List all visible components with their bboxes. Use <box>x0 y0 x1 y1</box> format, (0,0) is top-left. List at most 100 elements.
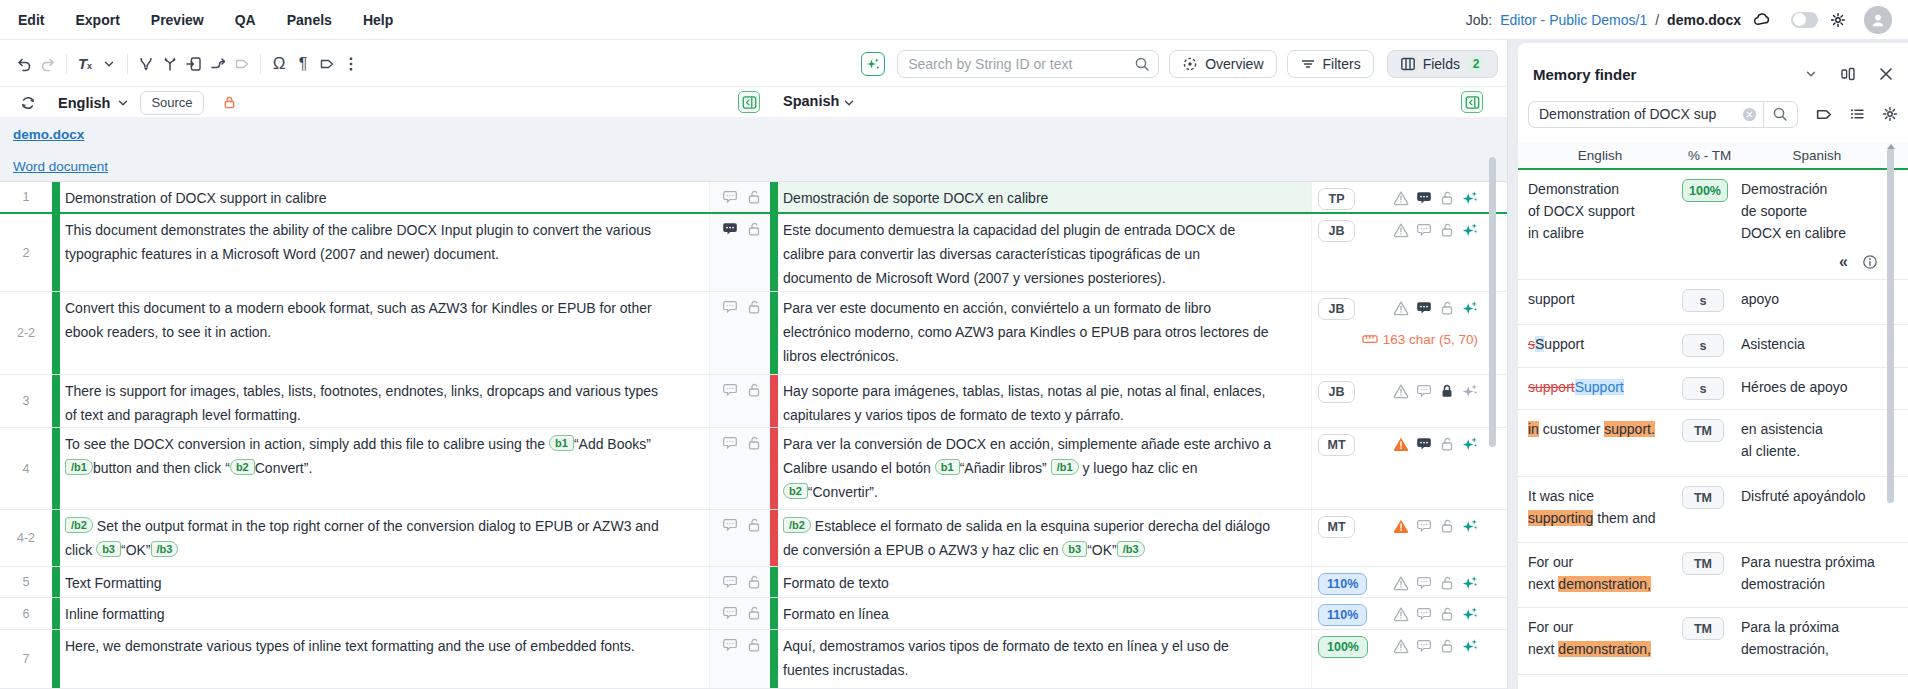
target-lock-icon[interactable] <box>1439 518 1455 534</box>
target-comment-icon[interactable] <box>1416 190 1432 206</box>
warning-icon[interactable] <box>1393 518 1409 534</box>
ai-sparkle-icon[interactable] <box>1462 300 1478 316</box>
pilcrow-icon[interactable]: ¶ <box>291 52 315 76</box>
memory-match-row[interactable]: sSupportsAsistencia <box>1518 325 1908 368</box>
match-info-icon[interactable] <box>1862 254 1878 270</box>
tag-icon[interactable] <box>315 52 339 76</box>
menu-panels[interactable]: Panels <box>287 12 332 28</box>
source-text[interactable]: Convert this document to a modern ebook … <box>60 292 710 374</box>
target-lock-icon[interactable] <box>1439 638 1455 654</box>
target-comment-icon[interactable] <box>1416 638 1432 654</box>
clear-search-icon[interactable] <box>1742 107 1757 122</box>
ai-sparkle-icon[interactable] <box>1462 190 1478 206</box>
comment-icon[interactable] <box>722 637 738 688</box>
target-comment-icon[interactable] <box>1416 383 1432 399</box>
merge-segments-icon[interactable] <box>134 52 158 76</box>
panel-scrollbar[interactable] <box>1887 148 1894 503</box>
menu-preview[interactable]: Preview <box>151 12 204 28</box>
list-view-icon[interactable] <box>1849 106 1865 122</box>
overview-button[interactable]: Overview <box>1169 50 1276 78</box>
lock-icon[interactable] <box>746 637 762 688</box>
avatar[interactable] <box>1864 6 1892 34</box>
comment-icon[interactable] <box>722 221 738 291</box>
lock-icon[interactable] <box>746 299 762 374</box>
inline-tag-close-b2[interactable]: /b2 <box>65 517 93 533</box>
warning-icon[interactable] <box>1393 190 1409 206</box>
inline-tag-b3[interactable]: b3 <box>96 541 121 557</box>
lock-icon[interactable] <box>746 382 762 427</box>
status-badge[interactable]: MT <box>1318 434 1355 456</box>
collapse-source-pane-icon[interactable] <box>738 91 760 113</box>
column-english[interactable]: English <box>1518 148 1682 163</box>
target-comment-icon[interactable] <box>1416 575 1432 591</box>
ai-sparkle-icon[interactable] <box>1462 518 1478 534</box>
fields-button[interactable]: Fields2 <box>1387 50 1498 78</box>
comment-icon[interactable] <box>722 189 738 212</box>
document-section-link[interactable]: Word document <box>13 159 108 174</box>
memory-match-row[interactable]: Demonstrationof DOCX supportin calibre10… <box>1518 170 1908 280</box>
inline-tag-b1[interactable]: b1 <box>549 435 574 451</box>
ai-sparkle-icon[interactable] <box>1462 436 1478 452</box>
status-badge[interactable]: MT <box>1318 516 1355 538</box>
comment-icon[interactable] <box>722 382 738 427</box>
inline-tag-close-b2[interactable]: /b2 <box>783 517 811 533</box>
lock-icon[interactable] <box>746 574 762 597</box>
source-text[interactable]: Demonstration of DOCX support in calibre <box>60 182 710 212</box>
warning-icon[interactable] <box>1393 575 1409 591</box>
menu-help[interactable]: Help <box>363 12 393 28</box>
inline-tag-b3[interactable]: b3 <box>1062 541 1087 557</box>
target-text[interactable]: Demostración de soporte DOCX en calibre <box>778 182 1312 212</box>
target-text[interactable]: Formato de texto <box>778 567 1312 597</box>
source-text[interactable]: Here, we demonstrate various types of in… <box>60 630 710 688</box>
lock-icon[interactable] <box>746 517 762 566</box>
comment-icon[interactable] <box>722 605 738 629</box>
memory-search-input[interactable]: Demonstration of DOCX sup <box>1528 101 1763 128</box>
target-comment-icon[interactable] <box>1416 300 1432 316</box>
inline-tag-b2[interactable]: b2 <box>783 483 808 499</box>
comment-icon[interactable] <box>722 299 738 374</box>
warning-icon[interactable] <box>1393 638 1409 654</box>
tag-disabled-icon[interactable] <box>230 52 254 76</box>
target-lock-icon[interactable] <box>1439 190 1455 206</box>
memory-match-row[interactable]: supportSupportsHéroes de apoyo <box>1518 368 1908 410</box>
refresh-icon[interactable] <box>16 91 40 115</box>
lock-icon[interactable] <box>746 189 762 212</box>
memory-match-row[interactable]: For ournext demonstration,TMPara nuestra… <box>1518 543 1908 608</box>
status-badge[interactable]: 110% <box>1318 604 1367 626</box>
target-text[interactable]: Hay soporte para imágenes, tablas, lista… <box>778 375 1312 427</box>
column-spanish[interactable]: Spanish <box>1737 148 1897 163</box>
target-lock-icon[interactable] <box>1439 606 1455 622</box>
comment-icon[interactable] <box>722 435 738 509</box>
warning-icon[interactable] <box>1393 383 1409 399</box>
target-text[interactable]: /b2 Establece el formato de salida en la… <box>778 510 1312 566</box>
comment-icon[interactable] <box>722 574 738 597</box>
undo-icon[interactable] <box>12 52 36 76</box>
status-badge[interactable]: 110% <box>1318 573 1367 595</box>
menu-export[interactable]: Export <box>75 12 119 28</box>
split-segment-icon[interactable] <box>158 52 182 76</box>
close-icon[interactable] <box>1878 66 1894 82</box>
memory-match-row[interactable]: supportsapoyo <box>1518 280 1908 325</box>
target-text[interactable]: Formato en línea <box>778 598 1312 629</box>
main-scrollbar[interactable] <box>1489 157 1496 447</box>
ai-sparkle-icon[interactable] <box>1462 606 1478 622</box>
target-comment-icon[interactable] <box>1416 606 1432 622</box>
column-tm[interactable]: % - TM <box>1682 148 1737 163</box>
source-text[interactable]: Inline formatting <box>60 598 710 629</box>
cloud-sync-icon[interactable] <box>1749 8 1773 32</box>
ai-sparkle-icon[interactable] <box>1462 575 1478 591</box>
menu-qa[interactable]: QA <box>235 12 256 28</box>
skip-segment-icon[interactable] <box>206 52 230 76</box>
status-badge[interactable]: JB <box>1318 220 1355 242</box>
target-lock-icon[interactable] <box>1439 300 1455 316</box>
document-file-link[interactable]: demo.docx <box>13 127 84 142</box>
special-character-icon[interactable]: Ω <box>267 52 291 76</box>
clear-formatting-dropdown-icon[interactable] <box>97 52 121 76</box>
lock-icon[interactable] <box>746 605 762 629</box>
more-options-icon[interactable]: ⋮ <box>339 52 363 76</box>
warning-icon[interactable] <box>1393 436 1409 452</box>
inline-tag-close-b3[interactable]: /b3 <box>1117 541 1145 557</box>
search-input[interactable]: Search by String ID or text <box>897 50 1159 78</box>
lock-icon[interactable] <box>746 435 762 509</box>
target-language-label[interactable]: Spanish <box>783 93 839 109</box>
